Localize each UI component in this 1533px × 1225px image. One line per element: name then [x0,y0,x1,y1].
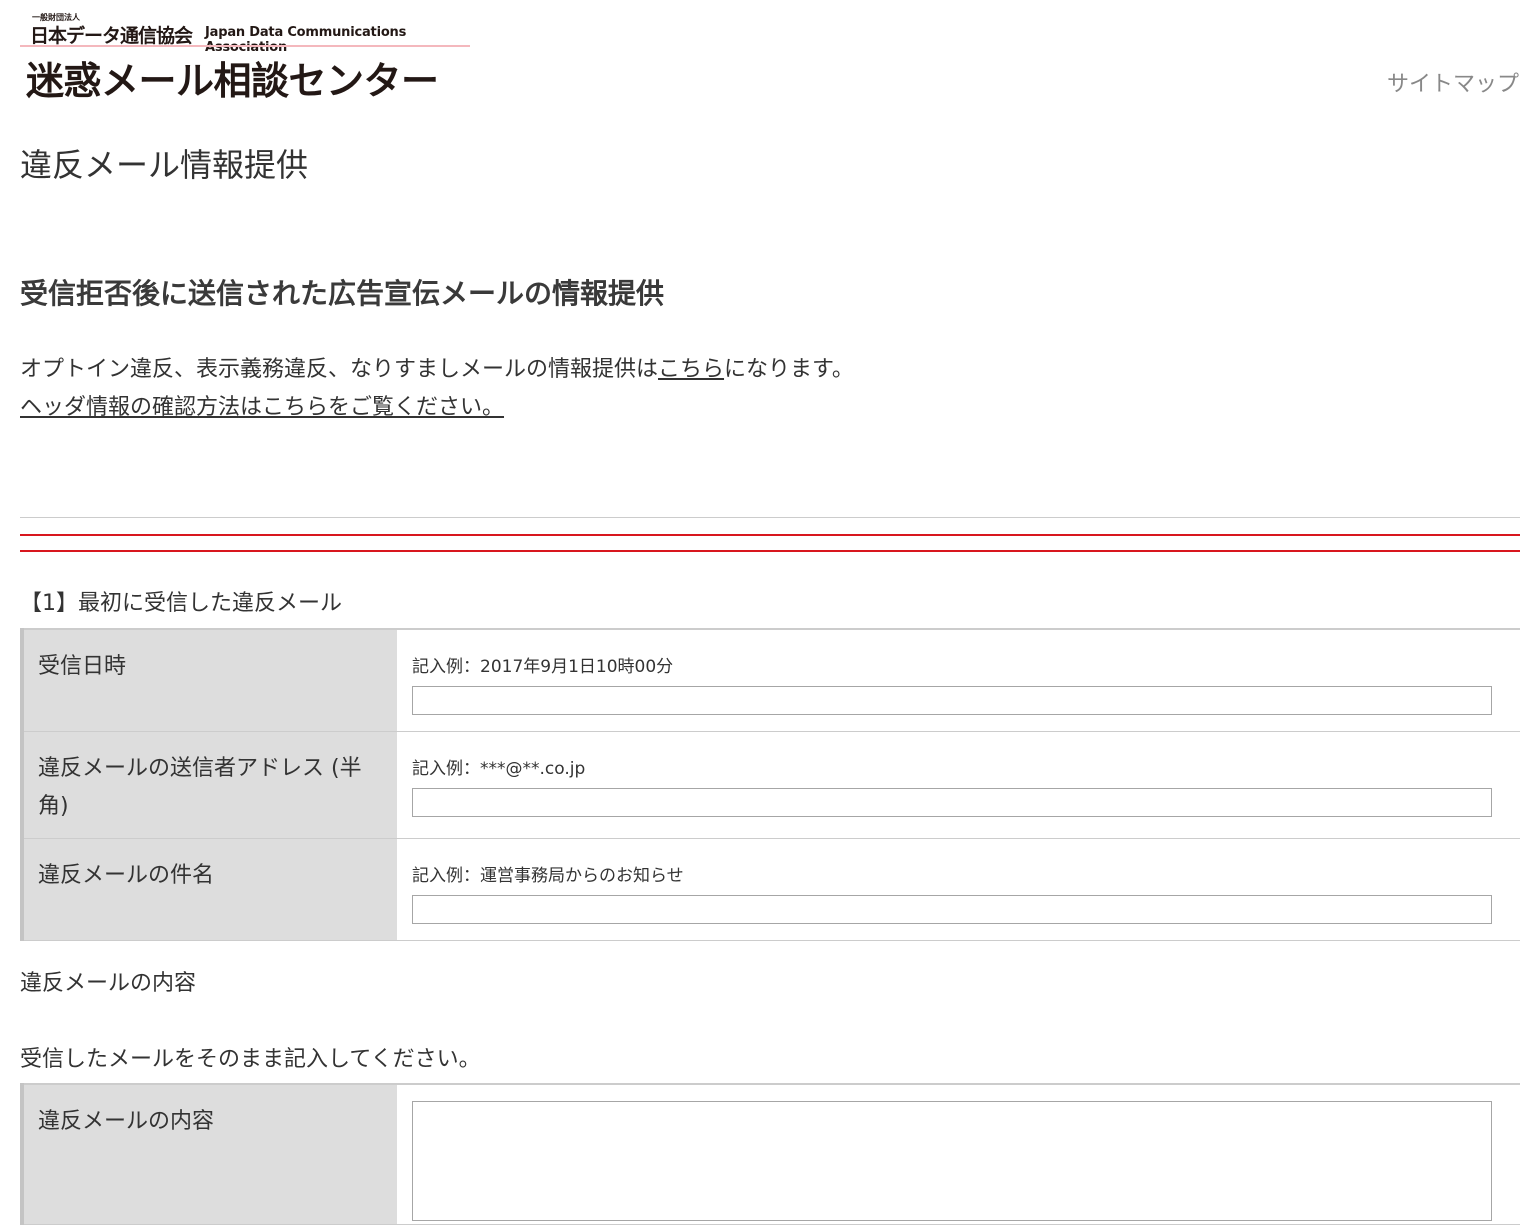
form-row-sender-address: 違反メールの送信者アドレス (半角) 記入例：***@**.co.jp [20,731,1520,839]
email-content-form-table: 違反メールの内容 [20,1083,1520,1225]
label-received-datetime: 受信日時 [20,629,397,732]
hint-subject: 記入例：運営事務局からのお知らせ [412,866,684,886]
red-divider-top [20,534,1520,536]
received-datetime-input[interactable] [412,686,1492,715]
form-row-subject: 違反メールの件名 記入例：運営事務局からのお知らせ [20,838,1520,941]
field-cell-email-content [397,1084,1520,1225]
site-logo[interactable]: 一般財団法人 日本データ通信協会 Japan Data Communicatio… [20,12,472,103]
intro-text: オプトイン違反、表示義務違反、なりすましメールの情報提供はこちらになります。 ヘ… [20,351,854,427]
header-info-help-link[interactable]: ヘッダ情報の確認方法はこちらをご覧ください。 [20,395,504,420]
field-cell-sender-address: 記入例：***@**.co.jp [397,731,1520,839]
subject-input[interactable] [412,895,1492,924]
email-content-textarea[interactable] [412,1101,1492,1221]
other-violations-link[interactable]: こちら [658,357,724,382]
field-cell-subject: 記入例：運営事務局からのお知らせ [397,838,1520,941]
logo-main-title: 迷惑メール相談センター [26,59,439,103]
label-sender-address: 違反メールの送信者アドレス (半角) [20,731,397,839]
intro-line-2: ヘッダ情報の確認方法はこちらをご覧ください。 [20,389,854,427]
sitemap-link[interactable]: サイトマップ [1387,66,1519,98]
label-subject: 違反メールの件名 [20,838,397,941]
form-row-email-content: 違反メールの内容 [20,1084,1520,1225]
section-1-heading: 【1】最初に受信した違反メール [20,591,342,616]
section-title: 受信拒否後に送信された広告宣伝メールの情報提供 [20,277,665,310]
red-divider-bottom [20,550,1520,552]
sender-address-input[interactable] [412,788,1492,817]
section-divider [20,517,1520,518]
content-heading: 違反メールの内容 [20,971,197,996]
hint-received-datetime: 記入例：2017年9月1日10時00分 [412,657,674,677]
field-cell-received-datetime: 記入例：2017年9月1日10時00分 [397,629,1520,732]
label-email-content: 違反メールの内容 [20,1084,397,1225]
intro-line-1-text: オプトイン違反、表示義務違反、なりすましメールの情報提供は [20,357,659,382]
page-title: 違反メール情報提供 [20,146,309,184]
intro-line-1-suffix: になります。 [724,357,854,382]
form-row-received-datetime: 受信日時 記入例：2017年9月1日10時00分 [20,629,1520,732]
first-email-form-table: 受信日時 記入例：2017年9月1日10時00分 違反メールの送信者アドレス (… [20,628,1520,941]
hint-sender-address: 記入例：***@**.co.jp [412,759,586,779]
logo-divider [20,45,470,47]
content-instruction: 受信したメールをそのまま記入してください。 [20,1047,481,1072]
intro-line-1: オプトイン違反、表示義務違反、なりすましメールの情報提供はこちらになります。 [20,351,854,389]
logo-org-ja: 日本データ通信協会 [30,25,193,47]
